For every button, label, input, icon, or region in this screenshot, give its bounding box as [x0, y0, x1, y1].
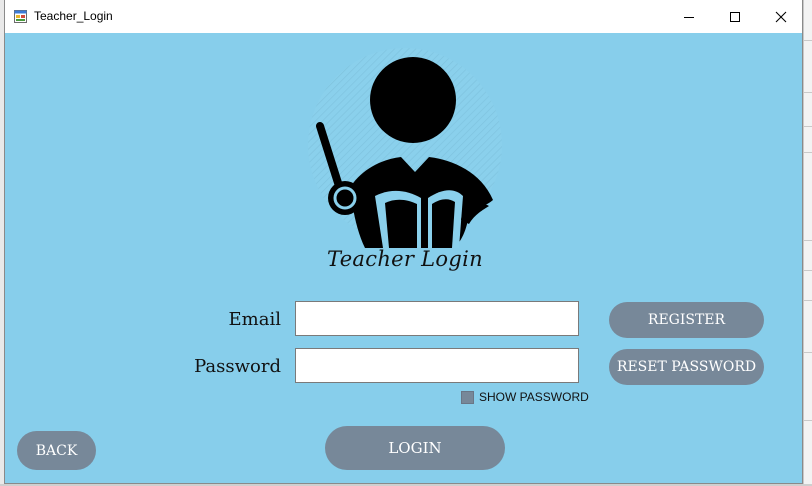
maximize-button[interactable]: [712, 0, 758, 33]
close-icon: [775, 11, 787, 22]
page-title: Teacher Login: [327, 247, 483, 271]
password-label: Password: [194, 356, 281, 377]
teacher-reading-icon: [308, 48, 502, 248]
login-button[interactable]: LOGIN: [325, 426, 505, 470]
password-field[interactable]: [295, 348, 579, 383]
show-password-checkbox[interactable]: SHOW PASSWORD: [461, 390, 589, 404]
show-password-label: SHOW PASSWORD: [479, 390, 589, 404]
background-app-edge: [803, 0, 812, 486]
window-title: Teacher_Login: [34, 9, 113, 23]
login-form-area: Teacher Login Email Password REGISTER RE…: [5, 33, 802, 483]
app-form-icon: [14, 10, 27, 23]
email-label: Email: [228, 309, 281, 330]
reset-password-button[interactable]: RESET PASSWORD: [609, 349, 764, 385]
checkbox-box[interactable]: [461, 390, 474, 404]
close-button[interactable]: [758, 0, 804, 33]
maximize-icon: [730, 11, 740, 22]
teacher-login-window: Teacher_Login Teacher Login Email Passwo…: [4, 0, 803, 484]
email-field[interactable]: [295, 301, 579, 336]
minimize-icon: [684, 16, 694, 18]
minimize-button[interactable]: [666, 0, 712, 33]
back-button[interactable]: BACK: [17, 431, 96, 470]
register-button[interactable]: REGISTER: [609, 302, 764, 338]
title-bar[interactable]: Teacher_Login: [5, 0, 802, 33]
